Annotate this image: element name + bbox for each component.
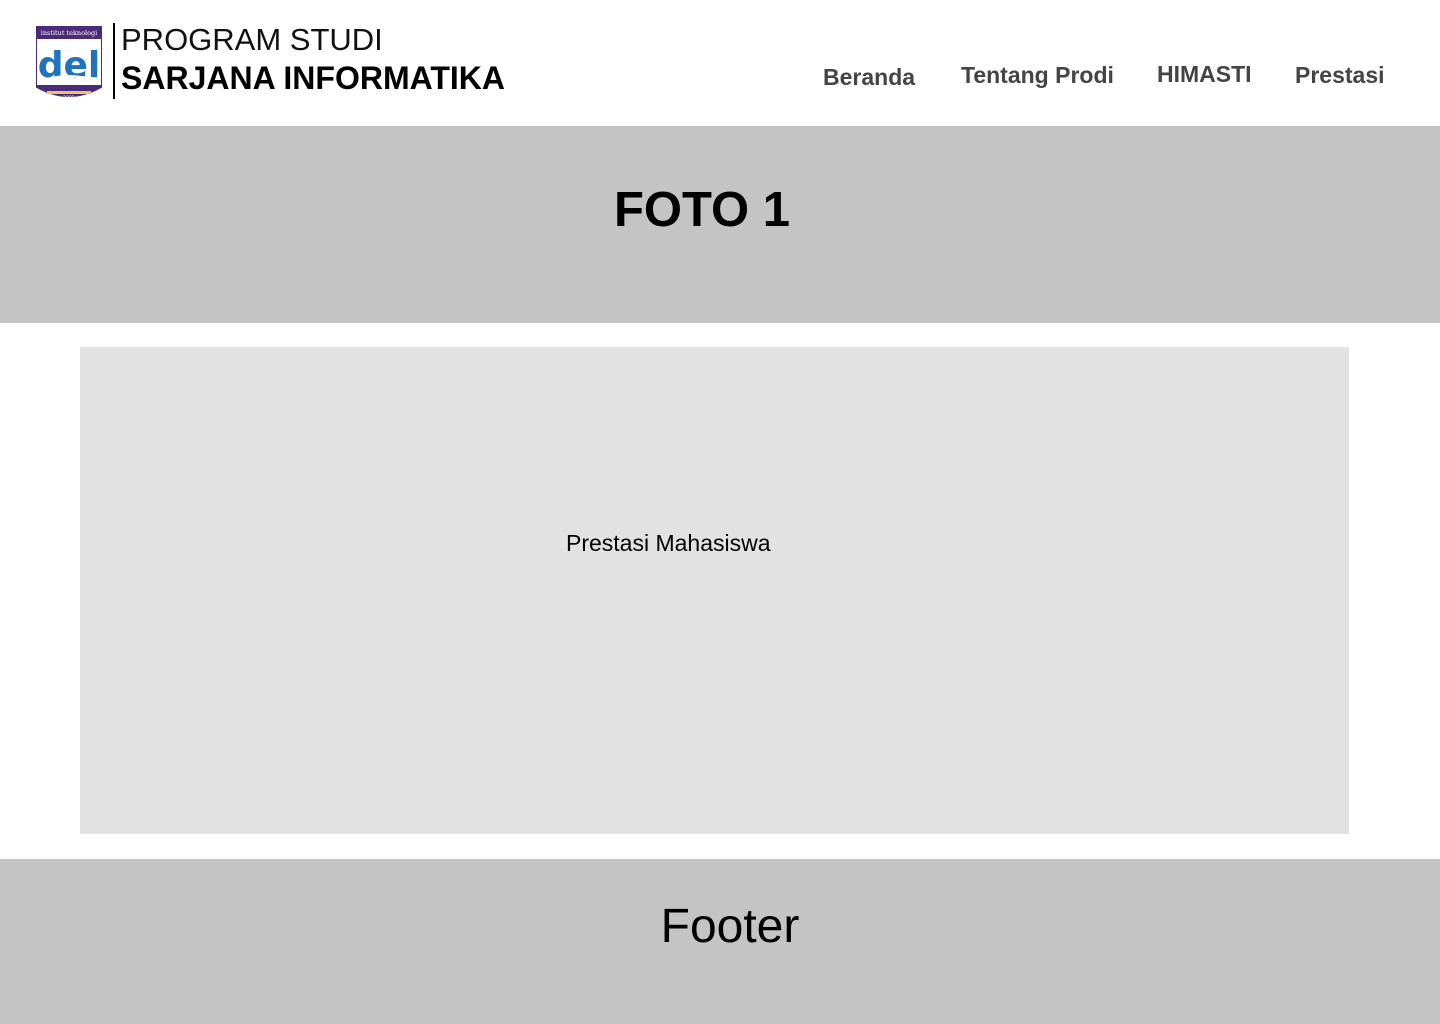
nav-prestasi[interactable]: Prestasi <box>1295 62 1385 89</box>
nav-beranda[interactable]: Beranda <box>823 64 915 91</box>
hero-title: FOTO 1 <box>613 183 791 237</box>
hero-banner: FOTO 1 <box>0 126 1440 323</box>
footer-title: Footer <box>660 900 800 953</box>
logo-divider <box>113 23 115 99</box>
site-footer: Footer <box>0 859 1440 1024</box>
content-panel: Prestasi Mahasiswa <box>80 347 1349 834</box>
brand-line2: SARJANA INFORMATIKA <box>121 60 505 96</box>
nav-himasti[interactable]: HIMASTI <box>1157 61 1252 88</box>
brand-line1: PROGRAM STUDI <box>121 22 383 57</box>
logo-bottom-text: 2001 <box>63 95 75 101</box>
institut-teknologi-del-logo[interactable]: institut teknologi del 2001 <box>33 25 105 101</box>
nav-tentang-prodi[interactable]: Tentang Prodi <box>961 62 1114 89</box>
content-label: Prestasi Mahasiswa <box>566 530 771 556</box>
site-header: institut teknologi del 2001 PROGRAM STUD… <box>0 0 1440 126</box>
logo-top-text: institut teknologi <box>41 29 98 37</box>
